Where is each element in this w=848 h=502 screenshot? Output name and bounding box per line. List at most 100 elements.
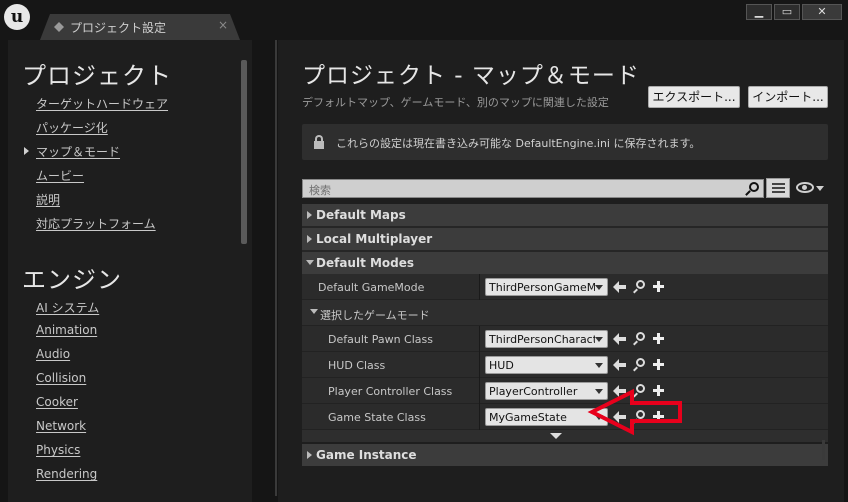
sidebar-item-cooker[interactable]: Cooker [36, 395, 78, 409]
property-row-default-pawn-class: Default Pawn Class ThirdPersonCharacter [302, 326, 828, 352]
chevron-down-icon [595, 363, 603, 368]
sidebar-item-rendering[interactable]: Rendering [36, 467, 97, 481]
maximize-button[interactable]: ▭ [774, 4, 800, 20]
arrow-left-icon[interactable] [613, 280, 627, 294]
game-state-class-dropdown[interactable]: MyGameState [485, 408, 608, 426]
property-row-hud-class: HUD Class HUD [302, 352, 828, 378]
sidebar-item-supported-platforms[interactable]: 対応プラットフォーム [36, 215, 156, 232]
property-label: Default Pawn Class [328, 333, 433, 346]
arrow-left-icon[interactable] [613, 332, 627, 346]
minimize-button[interactable]: ▁ [746, 4, 772, 20]
browse-icon[interactable] [633, 410, 647, 424]
chevron-down-icon [595, 415, 603, 420]
dropdown-value: ThirdPersonCharacter [489, 333, 595, 346]
sidebar-item-network[interactable]: Network [36, 419, 86, 433]
property-label: Default GameMode [318, 281, 425, 294]
settings-sidebar: プロジェクト ターゲットハードウェア パッケージ化 マップ＆モード ムービー 説… [8, 40, 252, 502]
sidebar-item-animation[interactable]: Animation [36, 323, 97, 337]
tab-project-settings[interactable]: プロジェクト設定 × [40, 14, 240, 40]
column-splitter[interactable] [479, 404, 480, 430]
expand-arrow-icon [307, 211, 312, 219]
property-label: Player Controller Class [328, 385, 453, 398]
property-label: Game State Class [328, 411, 426, 424]
sidebar-item-ai-system[interactable]: AI システム [36, 299, 99, 316]
gamemode-dropdown[interactable]: ThirdPersonGameMode [485, 278, 608, 296]
close-button[interactable]: ✕ [802, 4, 842, 20]
lock-icon[interactable] [314, 135, 324, 149]
plus-icon[interactable] [652, 332, 666, 346]
category-label: Default Maps [316, 208, 406, 222]
page-title: プロジェクト - マップ＆モード [302, 63, 640, 89]
page-subtitle: デフォルトマップ、ゲームモード、別のマップに関連した設定 [302, 96, 609, 109]
search-placeholder: 検索 [309, 184, 331, 197]
details-scrollbar[interactable] [822, 440, 825, 460]
search-input[interactable]: 検索 [302, 179, 764, 198]
sidebar-item-target-hardware[interactable]: ターゲットハードウェア [36, 95, 168, 112]
category-label: Game Instance [316, 448, 417, 462]
panel-splitter[interactable] [275, 40, 277, 496]
column-splitter[interactable] [479, 352, 480, 378]
plus-icon[interactable] [652, 280, 666, 294]
list-view-icon[interactable] [766, 178, 790, 198]
chevron-down-icon[interactable] [816, 186, 824, 191]
sidebar-item-movies[interactable]: ムービー [36, 167, 84, 184]
advanced-expander[interactable] [302, 430, 828, 442]
collapse-arrow-icon [310, 309, 318, 314]
chevron-down-icon [595, 285, 603, 290]
pawn-class-dropdown[interactable]: ThirdPersonCharacter [485, 330, 608, 348]
category-default-modes[interactable]: Default Modes [302, 252, 828, 274]
tab-close-icon[interactable]: × [218, 18, 228, 32]
dropdown-value: HUD [489, 359, 514, 372]
hud-class-dropdown[interactable]: HUD [485, 356, 608, 374]
config-info-bar: これらの設定は現在書き込み可能な DefaultEngine.ini に保存され… [302, 124, 828, 160]
ue-logo-icon[interactable]: u [4, 4, 30, 30]
category-game-instance[interactable]: Game Instance [302, 444, 828, 466]
dropdown-value: PlayerController [489, 385, 578, 398]
property-label: HUD Class [328, 359, 386, 372]
browse-icon[interactable] [633, 358, 647, 372]
group-label: 選択したゲームモード [320, 309, 430, 322]
plus-icon[interactable] [652, 410, 666, 424]
arrow-left-icon[interactable] [613, 410, 627, 424]
sidebar-item-audio[interactable]: Audio [36, 347, 70, 361]
browse-icon[interactable] [633, 280, 647, 294]
sidebar-item-physics[interactable]: Physics [36, 443, 80, 457]
title-bar: u プロジェクト設定 × ▁ ▭ ✕ [0, 0, 848, 40]
sidebar-section-engine-title: エンジン [22, 266, 122, 294]
category-default-maps[interactable]: Default Maps [302, 204, 828, 226]
export-button[interactable]: エクスポート... [648, 86, 740, 108]
search-icon [745, 182, 759, 196]
browse-icon[interactable] [633, 332, 647, 346]
collapse-arrow-icon [306, 260, 314, 265]
arrow-left-icon[interactable] [613, 384, 627, 398]
category-label: Default Modes [316, 256, 415, 270]
settings-main-panel: プロジェクト - マップ＆モード デフォルトマップ、ゲームモード、別のマップに関… [278, 40, 844, 502]
sidebar-item-collision[interactable]: Collision [36, 371, 86, 385]
sidebar-item-packaging[interactable]: パッケージ化 [36, 119, 108, 136]
sidebar-scrollbar[interactable] [241, 60, 247, 244]
sidebar-item-description[interactable]: 説明 [36, 191, 60, 208]
dropdown-value: MyGameState [489, 411, 567, 424]
expand-arrow-icon [307, 235, 312, 243]
player-controller-class-dropdown[interactable]: PlayerController [485, 382, 608, 400]
category-local-multiplayer[interactable]: Local Multiplayer [302, 228, 828, 250]
column-splitter[interactable] [479, 274, 480, 300]
tab-label: プロジェクト設定 [70, 21, 167, 35]
import-button[interactable]: インポート... [748, 86, 828, 108]
sidebar-item-maps-modes[interactable]: マップ＆モード [23, 143, 120, 160]
column-splitter[interactable] [479, 378, 480, 404]
dropdown-value: ThirdPersonGameMode [489, 281, 595, 294]
property-row-default-gamemode: Default GameMode ThirdPersonGameMode [302, 274, 828, 300]
eye-icon[interactable] [796, 182, 814, 193]
chevron-down-icon [595, 337, 603, 342]
chevron-down-icon [595, 389, 603, 394]
details-panel: Default Maps Local Multiplayer Default M… [302, 204, 828, 442]
plus-icon[interactable] [652, 358, 666, 372]
property-group-selected-gamemode[interactable]: 選択したゲームモード [302, 300, 828, 326]
plus-icon[interactable] [652, 384, 666, 398]
column-splitter[interactable] [479, 326, 480, 352]
arrow-left-icon[interactable] [613, 358, 627, 372]
browse-icon[interactable] [633, 384, 647, 398]
property-row-player-controller-class: Player Controller Class PlayerController [302, 378, 828, 404]
expand-arrow-icon [307, 451, 312, 459]
